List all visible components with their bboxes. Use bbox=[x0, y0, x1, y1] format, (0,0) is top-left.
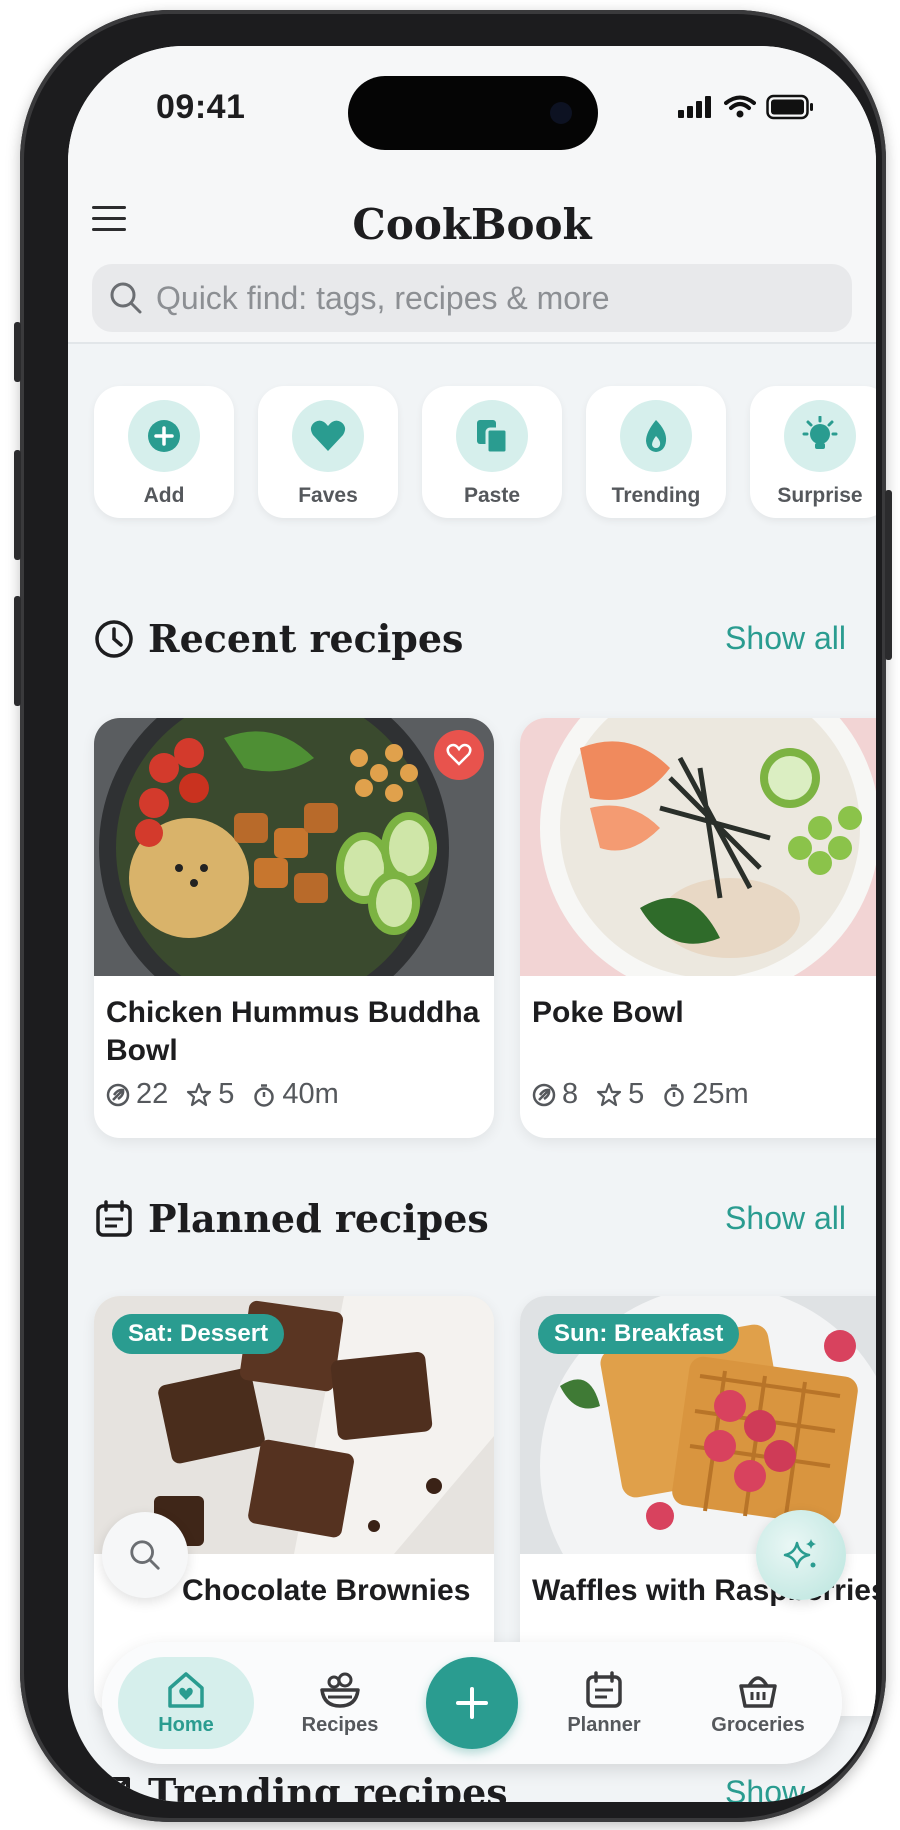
recipe-image-buddha-bowl bbox=[94, 718, 494, 1023]
basket-icon bbox=[739, 1675, 777, 1708]
home-icon bbox=[168, 1671, 204, 1708]
tab-label: Groceries bbox=[711, 1713, 805, 1736]
ingredient-count-value: 8 bbox=[562, 1078, 579, 1110]
app-title: CookBook bbox=[352, 200, 592, 249]
tab-recipes[interactable]: Recipes bbox=[272, 1657, 408, 1749]
quick-action-trending[interactable]: Trending bbox=[586, 386, 726, 518]
timer-icon bbox=[254, 1083, 275, 1107]
recipe-meta: 22 5 40m bbox=[106, 1078, 482, 1111]
leaf-icon bbox=[532, 1083, 556, 1106]
recipe-meta: 8 5 25m bbox=[532, 1078, 876, 1111]
quick-action-surprise[interactable]: Surprise bbox=[750, 386, 876, 518]
search-input[interactable]: Quick find: tags, recipes & more bbox=[92, 264, 852, 332]
quick-action-label: Paste bbox=[463, 484, 521, 507]
status-time: 09:41 bbox=[156, 88, 246, 126]
power-button bbox=[885, 490, 892, 660]
quick-action-add[interactable]: Add bbox=[94, 386, 234, 518]
plus-icon bbox=[456, 1687, 488, 1719]
quick-action-label: Trending bbox=[611, 484, 701, 507]
flame-icon bbox=[646, 420, 667, 452]
add-recipe-fab[interactable] bbox=[426, 1657, 518, 1749]
plus-circle-icon bbox=[148, 420, 180, 452]
recent-recipes-row: Chicken Hummus Buddha Bowl 22 5 40m Poke… bbox=[94, 718, 876, 1138]
cook-time: 40m bbox=[252, 1078, 339, 1111]
ingredient-count: 8 bbox=[532, 1078, 578, 1111]
plan-day-badge: Sun: Breakfast bbox=[538, 1314, 740, 1354]
dynamic-island bbox=[348, 76, 598, 150]
ai-assistant-button[interactable] bbox=[756, 1510, 846, 1600]
quick-actions-row: Add Faves Paste Trending Surprise bbox=[94, 386, 876, 518]
tab-planner[interactable]: Planner bbox=[536, 1657, 672, 1749]
cook-time-value: 25m bbox=[692, 1078, 749, 1110]
camera-icon bbox=[550, 102, 572, 124]
volume-down-button bbox=[14, 596, 21, 706]
volume-up-button bbox=[14, 450, 21, 560]
search-placeholder: Quick find: tags, recipes & more bbox=[156, 279, 610, 316]
recipe-card-poke-bowl[interactable]: Poke Bowl 8 5 25m bbox=[520, 718, 876, 1138]
trending-show-all-link[interactable]: Show all bbox=[725, 1774, 846, 1802]
trending-recipes-header: Trending recipes Show all bbox=[94, 1770, 846, 1802]
calendar-icon bbox=[96, 1199, 132, 1237]
tab-label: Planner bbox=[567, 1713, 641, 1736]
sparkle-icon bbox=[783, 1539, 816, 1569]
section-title: Planned recipes bbox=[148, 1196, 489, 1241]
heart-outline-icon bbox=[446, 743, 472, 766]
rating-value: 5 bbox=[628, 1078, 645, 1110]
wifi-icon bbox=[724, 95, 756, 118]
recipe-title: Chicken Hummus Buddha Bowl bbox=[106, 996, 480, 1067]
planned-show-all-link[interactable]: Show all bbox=[725, 1200, 846, 1237]
heart-icon bbox=[310, 420, 346, 451]
tab-label: Home bbox=[158, 1713, 214, 1736]
paste-icon bbox=[477, 420, 509, 455]
section-title: Trending recipes bbox=[148, 1770, 508, 1802]
action-button bbox=[14, 322, 21, 382]
recipe-card-chicken-hummus[interactable]: Chicken Hummus Buddha Bowl 22 5 40m bbox=[94, 718, 494, 1138]
calendar-icon bbox=[586, 1670, 622, 1708]
quick-action-label: Surprise bbox=[777, 484, 863, 507]
cook-time: 25m bbox=[662, 1078, 749, 1111]
phone-frame: 09:41 CookBook Quick find: tags, recipes… bbox=[14, 10, 892, 1822]
quick-action-label: Faves bbox=[298, 484, 358, 507]
star-icon bbox=[597, 1082, 622, 1106]
trend-arrow-icon bbox=[101, 1776, 130, 1802]
bottom-tab-bar: Home Recipes Planner Groceries bbox=[102, 1642, 842, 1764]
lightbulb-icon bbox=[802, 416, 838, 449]
search-icon bbox=[130, 1540, 160, 1570]
floating-search-button[interactable] bbox=[102, 1512, 188, 1598]
tab-home[interactable]: Home bbox=[118, 1657, 254, 1749]
rating: 5 bbox=[186, 1078, 234, 1111]
app-screen: 09:41 CookBook Quick find: tags, recipes… bbox=[68, 46, 876, 1802]
clock-icon bbox=[95, 619, 133, 658]
recent-show-all-link[interactable]: Show all bbox=[725, 620, 846, 657]
search-icon bbox=[110, 282, 142, 314]
timer-icon bbox=[664, 1083, 685, 1107]
quick-action-faves[interactable]: Faves bbox=[258, 386, 398, 518]
cellular-signal-icon bbox=[678, 96, 711, 118]
rating: 5 bbox=[596, 1078, 644, 1111]
leaf-icon bbox=[106, 1083, 130, 1106]
quick-action-label: Add bbox=[143, 484, 185, 507]
ingredient-count: 22 bbox=[106, 1078, 168, 1111]
battery-icon bbox=[766, 94, 813, 120]
quick-action-paste[interactable]: Paste bbox=[422, 386, 562, 518]
ingredient-count-value: 22 bbox=[136, 1078, 169, 1110]
section-title: Recent recipes bbox=[148, 616, 464, 661]
planned-recipes-header: Planned recipes Show all bbox=[94, 1196, 846, 1241]
recipe-title: Poke Bowl bbox=[532, 996, 684, 1029]
tab-groceries[interactable]: Groceries bbox=[690, 1657, 826, 1749]
star-icon bbox=[187, 1082, 212, 1106]
status-icons bbox=[678, 94, 814, 120]
favorite-badge[interactable] bbox=[434, 730, 484, 780]
recipe-image-poke-bowl bbox=[520, 718, 876, 998]
rating-value: 5 bbox=[218, 1078, 235, 1110]
plan-day-badge: Sat: Dessert bbox=[112, 1314, 285, 1354]
app-header: CookBook Quick find: tags, recipes & mor… bbox=[68, 166, 876, 344]
recent-recipes-header: Recent recipes Show all bbox=[94, 616, 846, 661]
tab-label: Recipes bbox=[301, 1713, 379, 1736]
cook-time-value: 40m bbox=[282, 1078, 339, 1110]
bowl-icon bbox=[320, 1672, 360, 1708]
